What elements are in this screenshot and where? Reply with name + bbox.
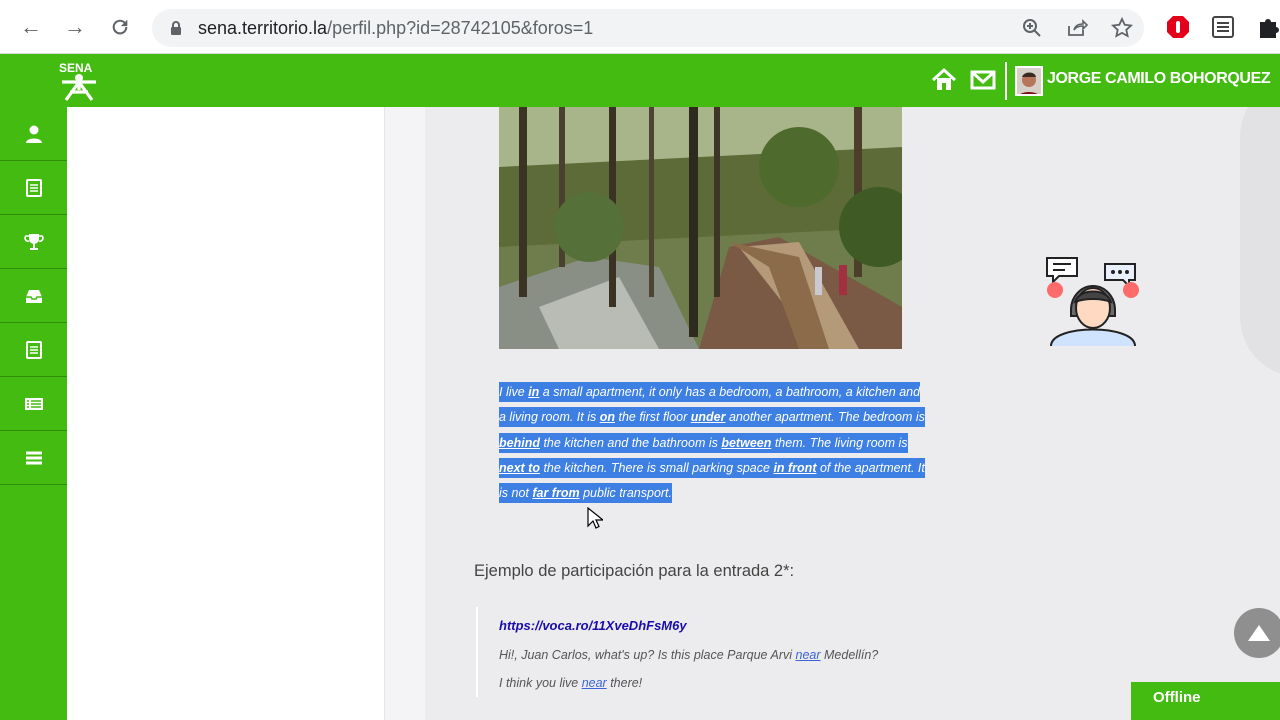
zoom-icon[interactable] bbox=[1020, 16, 1044, 40]
sena-logo[interactable]: SENA bbox=[56, 60, 102, 102]
dialog-line-1-end: Medellín? bbox=[820, 648, 879, 662]
site-header: SENA JORGE CAMILO BOHORQUEZ bbox=[0, 54, 1280, 107]
selected-paragraph: I live in a small apartment, it only has… bbox=[499, 380, 929, 506]
home-icon[interactable] bbox=[930, 66, 958, 94]
lock-icon bbox=[171, 21, 181, 35]
section-title: Ejemplo de participación para la entrada… bbox=[474, 562, 795, 580]
list-icon bbox=[24, 397, 43, 410]
audio-link[interactable]: https://voca.ro/11XveDhFsM6y bbox=[499, 618, 687, 633]
dialog-line-1: Hi!, Juan Carlos, what's up? Is this pla… bbox=[499, 648, 878, 662]
quote-border bbox=[476, 607, 478, 697]
address-bar[interactable]: sena.territorio.la/perfil.php?id=2874210… bbox=[152, 9, 1144, 47]
reload-icon[interactable] bbox=[105, 12, 135, 42]
keyword-near-link-2[interactable]: near bbox=[582, 676, 607, 690]
sidebar-item-inbox[interactable] bbox=[0, 269, 67, 323]
para-keyword-in-front: in front bbox=[773, 460, 817, 475]
para-text-7: the kitchen. There is small parking spac… bbox=[539, 460, 774, 475]
para-keyword-far-from: far from bbox=[532, 486, 580, 501]
sidebar bbox=[0, 107, 67, 720]
sidebar-item-profile[interactable] bbox=[0, 107, 67, 161]
dialog-line-1-start: Hi!, Juan Carlos, what's up? Is this pla… bbox=[499, 648, 796, 662]
sidebar-item-notebook[interactable] bbox=[0, 323, 67, 377]
sidebar-item-menu[interactable] bbox=[0, 431, 67, 485]
star-icon[interactable] bbox=[1110, 16, 1134, 40]
dialog-line-2-start: I think you live bbox=[499, 676, 582, 690]
para-text-1: I live bbox=[499, 385, 529, 399]
dialog-line-2-end: there! bbox=[606, 676, 643, 690]
url-text: sena.territorio.la/perfil.php?id=2874210… bbox=[198, 18, 593, 39]
forest-path-photo bbox=[499, 107, 902, 349]
back-arrow-icon[interactable]: ← bbox=[16, 12, 46, 42]
url-path: /perfil.php?id=28742105&foros=1 bbox=[327, 18, 594, 38]
sidebar-item-list[interactable] bbox=[0, 377, 67, 431]
arrow-up-icon bbox=[1248, 625, 1270, 641]
forum-post-area: I live in a small apartment, it only has… bbox=[425, 107, 1280, 720]
para-keyword-next-to: next to bbox=[499, 460, 540, 475]
menu-icon bbox=[25, 451, 42, 464]
para-text-5: the kitchen and the bathroom is bbox=[539, 435, 722, 450]
user-name[interactable]: JORGE CAMILO BOHORQUEZ bbox=[1047, 70, 1271, 88]
url-host: sena.territorio.la bbox=[198, 18, 328, 38]
scroll-to-top-button[interactable] bbox=[1234, 608, 1280, 658]
para-text-3: the first floor bbox=[615, 410, 691, 425]
reader-extension-icon[interactable] bbox=[1210, 14, 1236, 40]
browser-toolbar: ← → sena.territorio.la/perfil.php?id=287… bbox=[0, 0, 1280, 54]
user-icon bbox=[25, 125, 42, 143]
chat-status-offline[interactable]: Offline bbox=[1131, 682, 1280, 720]
puzzle-extensions-icon[interactable] bbox=[1255, 14, 1280, 40]
adblock-extension-icon[interactable] bbox=[1165, 14, 1191, 40]
avatar[interactable] bbox=[1015, 66, 1043, 96]
para-text-6: them. The living room is bbox=[771, 435, 908, 450]
notebook-icon bbox=[25, 340, 42, 359]
dialog-line-2: I think you live near there! bbox=[499, 676, 642, 690]
para-text-9: public transport. bbox=[579, 486, 673, 501]
para-text-4: another apartment. The bedroom is bbox=[725, 410, 925, 425]
left-content-panel bbox=[67, 107, 385, 720]
sidebar-item-book[interactable] bbox=[0, 161, 67, 215]
decorative-curve bbox=[1240, 107, 1280, 377]
share-icon[interactable] bbox=[1065, 16, 1089, 40]
book-icon bbox=[25, 178, 42, 197]
inbox-icon bbox=[25, 289, 42, 303]
mouse-pointer-icon bbox=[587, 507, 603, 529]
trophy-icon bbox=[23, 233, 44, 250]
forward-arrow-icon[interactable]: → bbox=[60, 12, 90, 42]
sidebar-item-achievements[interactable] bbox=[0, 215, 67, 269]
header-divider bbox=[1005, 62, 1007, 100]
para-keyword-under: under bbox=[690, 410, 726, 425]
panel-gutter bbox=[385, 107, 425, 720]
chat-person-illustration bbox=[1046, 257, 1139, 347]
mail-icon[interactable] bbox=[969, 66, 997, 94]
keyword-near-link[interactable]: near bbox=[796, 648, 821, 662]
para-keyword-between: between bbox=[721, 435, 772, 450]
para-keyword-in: in bbox=[528, 385, 540, 399]
logo-text: SENA bbox=[59, 61, 93, 75]
para-keyword-behind: behind bbox=[499, 435, 540, 450]
para-keyword-on: on bbox=[599, 410, 616, 425]
